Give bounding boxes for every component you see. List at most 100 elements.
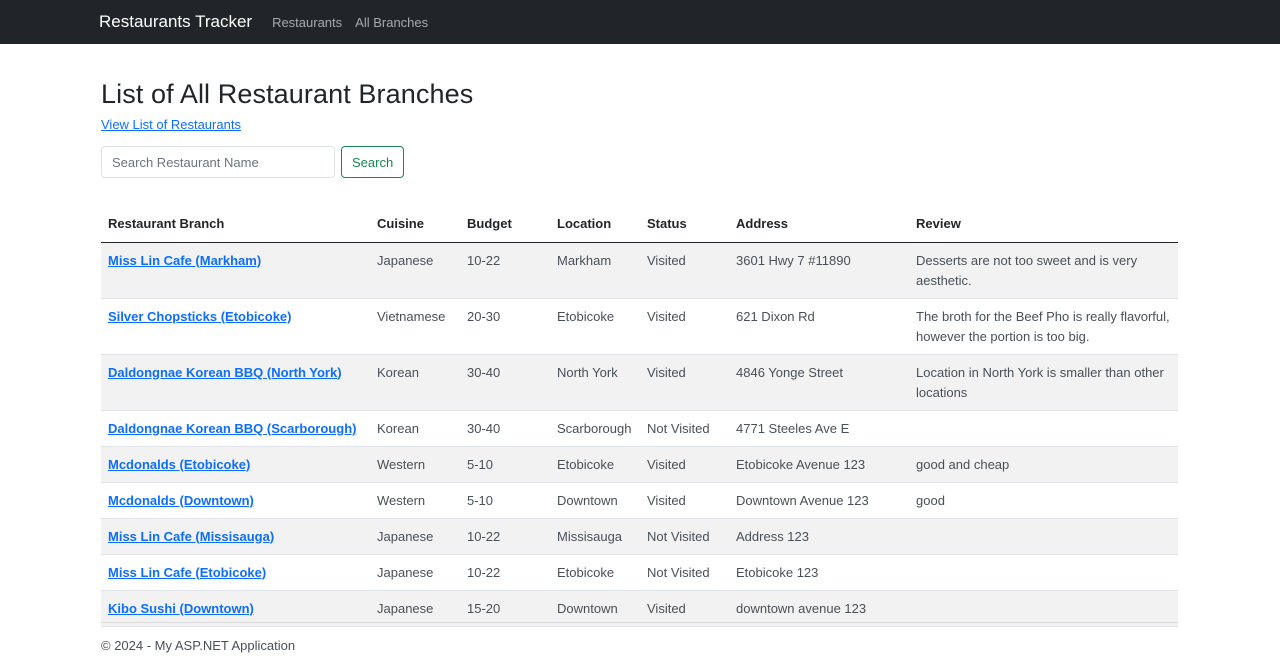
cell-review: The broth for the Beef Pho is really fla… (909, 298, 1178, 355)
cell-branch: Kibo Sushi (Downtown) (101, 590, 370, 627)
cell-location: Downtown (550, 590, 640, 627)
table-row: Daldongnae Korean BBQ (Scarborough) Kore… (101, 410, 1178, 447)
cell-branch: Daldongnae Korean BBQ (Scarborough) (101, 410, 370, 447)
cell-review (909, 410, 1178, 447)
cell-location: Etobicoke (550, 446, 640, 483)
cell-cuisine: Japanese (370, 590, 460, 627)
cell-status: Visited (640, 590, 729, 627)
cell-status: Visited (640, 482, 729, 519)
cell-cuisine: Japanese (370, 518, 460, 555)
header-address: Address (729, 206, 909, 243)
cell-address: 3601 Hwy 7 #11890 (729, 242, 909, 299)
cell-location: Downtown (550, 482, 640, 519)
cell-cuisine: Western (370, 482, 460, 519)
cell-review: good (909, 482, 1178, 519)
view-restaurants-link[interactable]: View List of Restaurants (101, 117, 241, 132)
cell-cuisine: Japanese (370, 242, 460, 299)
navbar: Restaurants Tracker Restaurants All Bran… (0, 0, 1280, 44)
cell-budget: 10-22 (460, 242, 550, 299)
cell-budget: 20-30 (460, 298, 550, 355)
table-row: Daldongnae Korean BBQ (North York) Korea… (101, 354, 1178, 411)
nav-link-all-branches[interactable]: All Branches (355, 15, 428, 30)
table-row: Kibo Sushi (Downtown) Japanese 15-20 Dow… (101, 590, 1178, 627)
branch-link[interactable]: Miss Lin Cafe (Missisauga) (108, 529, 274, 544)
cell-location: Etobicoke (550, 554, 640, 591)
search-form: Search (101, 146, 1178, 178)
cell-budget: 5-10 (460, 446, 550, 483)
cell-location: Etobicoke (550, 298, 640, 355)
cell-address: Etobicoke Avenue 123 (729, 446, 909, 483)
branch-link[interactable]: Daldongnae Korean BBQ (North York) (108, 365, 342, 380)
cell-address: Downtown Avenue 123 (729, 482, 909, 519)
cell-cuisine: Vietnamese (370, 298, 460, 355)
cell-budget: 5-10 (460, 482, 550, 519)
branch-link[interactable]: Mcdonalds (Etobicoke) (108, 457, 250, 472)
branch-link[interactable]: Mcdonalds (Downtown) (108, 493, 254, 508)
header-cuisine: Cuisine (370, 206, 460, 243)
cell-branch: Mcdonalds (Downtown) (101, 482, 370, 519)
table-row: Miss Lin Cafe (Missisauga) Japanese 10-2… (101, 518, 1178, 555)
header-review: Review (909, 206, 1178, 243)
cell-status: Visited (640, 354, 729, 411)
branch-link[interactable]: Miss Lin Cafe (Etobicoke) (108, 565, 266, 580)
cell-branch: Miss Lin Cafe (Missisauga) (101, 518, 370, 555)
cell-status: Not Visited (640, 518, 729, 555)
main-content: List of All Restaurant Branches View Lis… (101, 44, 1178, 627)
cell-location: Missisauga (550, 518, 640, 555)
cell-budget: 30-40 (460, 410, 550, 447)
cell-status: Visited (640, 298, 729, 355)
cell-address: Address 123 (729, 518, 909, 555)
branch-link[interactable]: Silver Chopsticks (Etobicoke) (108, 309, 292, 324)
cell-cuisine: Korean (370, 410, 460, 447)
brand-link[interactable]: Restaurants Tracker (99, 12, 252, 32)
cell-branch: Miss Lin Cafe (Etobicoke) (101, 554, 370, 591)
branch-link[interactable]: Daldongnae Korean BBQ (Scarborough) (108, 421, 356, 436)
cell-cuisine: Korean (370, 354, 460, 411)
header-budget: Budget (460, 206, 550, 243)
footer-divider (101, 622, 1178, 623)
cell-status: Not Visited (640, 410, 729, 447)
cell-address: Etobicoke 123 (729, 554, 909, 591)
cell-location: Scarborough (550, 410, 640, 447)
cell-review (909, 518, 1178, 555)
cell-budget: 30-40 (460, 354, 550, 411)
nav-link-restaurants[interactable]: Restaurants (272, 15, 342, 30)
cell-address: downtown avenue 123 (729, 590, 909, 627)
cell-review: good and cheap (909, 446, 1178, 483)
cell-branch: Daldongnae Korean BBQ (North York) (101, 354, 370, 411)
branch-link[interactable]: Miss Lin Cafe (Markham) (108, 253, 261, 268)
cell-review: Location in North York is smaller than o… (909, 354, 1178, 411)
cell-cuisine: Japanese (370, 554, 460, 591)
cell-address: 4771 Steeles Ave E (729, 410, 909, 447)
header-status: Status (640, 206, 729, 243)
table-row: Mcdonalds (Etobicoke) Western 5-10 Etobi… (101, 446, 1178, 483)
cell-status: Visited (640, 446, 729, 483)
table-row: Mcdonalds (Downtown) Western 5-10 Downto… (101, 482, 1178, 519)
cell-review (909, 590, 1178, 627)
cell-address: 621 Dixon Rd (729, 298, 909, 355)
branch-link[interactable]: Kibo Sushi (Downtown) (108, 601, 254, 616)
cell-status: Not Visited (640, 554, 729, 591)
table-row: Silver Chopsticks (Etobicoke) Vietnamese… (101, 298, 1178, 355)
table-header-row: Restaurant Branch Cuisine Budget Locatio… (101, 206, 1178, 243)
cell-status: Visited (640, 242, 729, 299)
footer-text: © 2024 - My ASP.NET Application (101, 638, 296, 653)
cell-cuisine: Western (370, 446, 460, 483)
cell-review (909, 554, 1178, 591)
cell-branch: Miss Lin Cafe (Markham) (101, 242, 370, 299)
cell-address: 4846 Yonge Street (729, 354, 909, 411)
cell-budget: 10-22 (460, 518, 550, 555)
cell-branch: Silver Chopsticks (Etobicoke) (101, 298, 370, 355)
search-button[interactable]: Search (341, 146, 405, 178)
cell-location: Markham (550, 242, 640, 299)
header-restaurant-branch: Restaurant Branch (101, 206, 370, 243)
table-row: Miss Lin Cafe (Markham) Japanese 10-22 M… (101, 242, 1178, 299)
branches-table: Restaurant Branch Cuisine Budget Locatio… (101, 206, 1178, 627)
page-title: List of All Restaurant Branches (101, 79, 474, 109)
cell-budget: 15-20 (460, 590, 550, 627)
cell-location: North York (550, 354, 640, 411)
cell-branch: Mcdonalds (Etobicoke) (101, 446, 370, 483)
cell-budget: 10-22 (460, 554, 550, 591)
table-row: Miss Lin Cafe (Etobicoke) Japanese 10-22… (101, 554, 1178, 591)
search-input[interactable] (101, 146, 335, 178)
